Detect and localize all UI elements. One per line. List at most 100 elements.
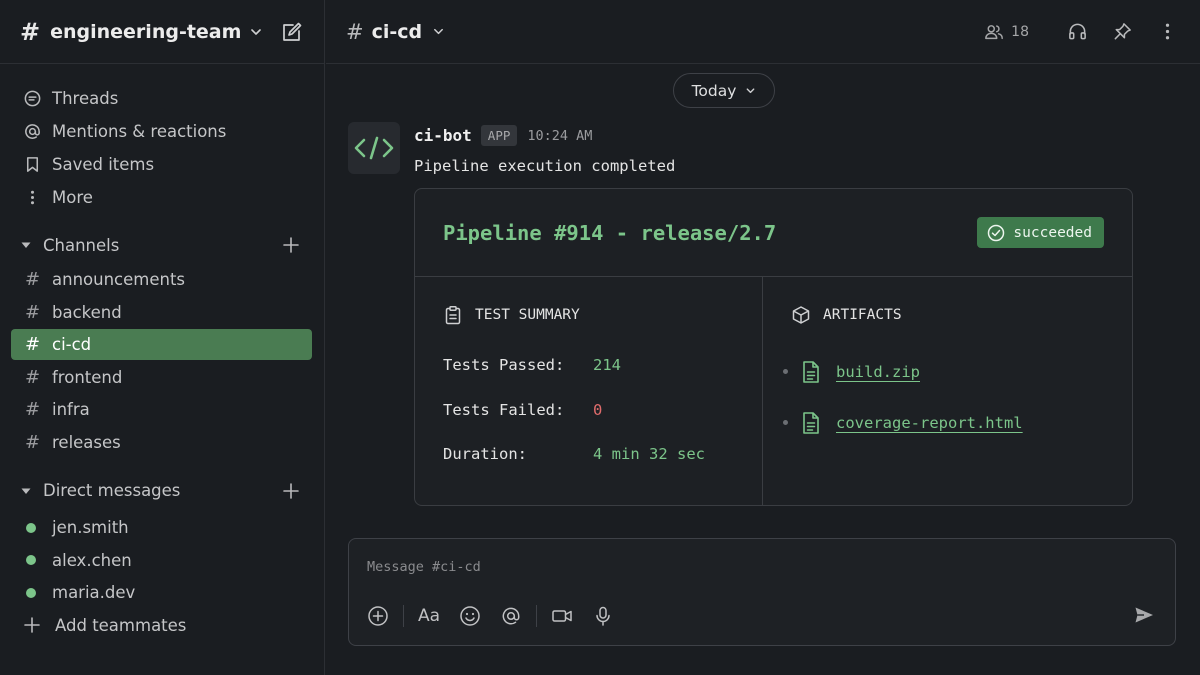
sidebar-item-saved[interactable]: Saved items <box>0 148 324 181</box>
artifact-link-coverage-report[interactable]: coverage-report.html <box>836 414 1023 432</box>
plus-icon <box>24 617 40 633</box>
more-vertical-icon[interactable] <box>1157 21 1178 42</box>
microphone-icon[interactable] <box>592 605 614 627</box>
artifact-list: build.zip coverage-report.html <box>783 346 1132 448</box>
channels-section-title: Channels <box>43 235 120 255</box>
more-vertical-icon <box>22 188 42 208</box>
channel-list: # announcements # backend # ci-cd # frontend… <box>0 264 324 458</box>
clipboard-icon <box>445 306 461 325</box>
channel-name: ci-cd <box>52 335 92 354</box>
channel-header: # ci-cd 18 <box>326 0 1200 64</box>
text-format-icon[interactable]: Aa <box>418 605 440 627</box>
stat-row-passed: Tests Passed: 214 <box>443 343 762 388</box>
video-icon[interactable] <box>551 605 573 627</box>
app-badge: APP <box>480 125 518 146</box>
stat-label: Tests Passed: <box>443 356 565 375</box>
dm-item-jen-smith[interactable]: jen.smith <box>0 512 324 545</box>
channel-name: releases <box>52 432 121 452</box>
file-icon <box>803 411 819 434</box>
sidebar-item-backend[interactable]: # backend <box>11 297 312 328</box>
artifacts-heading: ARTIFACTS <box>791 305 1132 325</box>
date-divider-button[interactable]: Today <box>673 73 775 108</box>
add-teammates-button[interactable]: Add teammates <box>0 609 324 641</box>
dm-name: maria.dev <box>52 583 136 603</box>
workspace-header[interactable]: # engineering-team <box>0 0 324 64</box>
caret-down-icon[interactable] <box>20 485 32 497</box>
emoji-icon[interactable] <box>459 605 481 627</box>
compose-icon[interactable] <box>280 20 304 44</box>
toolbar-divider <box>536 605 537 627</box>
hash-icon: # <box>25 301 41 323</box>
test-summary-heading: TEST SUMMARY <box>443 305 762 325</box>
sidebar-item-frontend[interactable]: # frontend <box>11 362 312 393</box>
message-composer: Aa <box>348 538 1176 646</box>
section-title: TEST SUMMARY <box>475 307 580 323</box>
artifact-link-build-zip[interactable]: build.zip <box>836 363 920 381</box>
card-header: Pipeline #914 - release/2.7 succeeded <box>415 189 1132 277</box>
hash-icon: # <box>20 17 41 46</box>
chevron-down-icon <box>747 88 755 94</box>
channel-name: backend <box>52 302 122 322</box>
stat-label: Duration: <box>443 445 527 464</box>
channel-title[interactable]: ci-cd <box>372 21 423 43</box>
sidebar-item-mentions[interactable]: Mentions & reactions <box>0 115 324 148</box>
dm-section-header[interactable]: Direct messages <box>0 474 324 508</box>
add-dm-icon[interactable] <box>282 482 300 500</box>
channel-name: infra <box>52 400 90 419</box>
avatar[interactable] <box>348 122 400 174</box>
main-pane: # ci-cd 18 Today ci-bot APP 10:24 AM Pip… <box>326 0 1200 675</box>
plus-circle-icon[interactable] <box>367 605 389 627</box>
at-icon <box>22 122 42 142</box>
pin-icon[interactable] <box>1112 21 1133 42</box>
sidebar-item-ci-cd[interactable]: # ci-cd <box>11 329 312 360</box>
hash-icon: # <box>25 431 41 453</box>
stat-row-duration: Duration: 4 min 32 sec <box>443 432 762 477</box>
online-status-dot <box>26 587 36 598</box>
sidebar-item-label: Mentions & reactions <box>52 122 227 141</box>
message-timestamp[interactable]: 10:24 AM <box>527 128 592 144</box>
pipeline-title: Pipeline #914 - release/2.7 <box>443 220 777 245</box>
check-circle-icon <box>988 224 1005 241</box>
status-badge: succeeded <box>977 217 1104 248</box>
headphones-icon[interactable] <box>1067 21 1088 42</box>
dm-item-maria-dev[interactable]: maria.dev <box>0 577 324 610</box>
add-teammates-label: Add teammates <box>55 615 187 635</box>
message-text: Pipeline execution completed <box>414 157 676 175</box>
channel-name: announcements <box>52 270 186 289</box>
send-icon[interactable] <box>1133 604 1155 626</box>
composer-toolbar: Aa <box>367 603 614 629</box>
channels-section-header[interactable]: Channels <box>0 228 324 262</box>
mention-icon[interactable] <box>500 605 522 627</box>
add-channel-icon[interactable] <box>282 236 300 254</box>
sidebar-item-releases[interactable]: # releases <box>11 427 312 458</box>
sidebar-item-label: Saved items <box>52 155 155 174</box>
threads-icon <box>22 89 42 109</box>
caret-down-icon[interactable] <box>20 239 32 251</box>
sidebar-item-announcements[interactable]: # announcements <box>11 264 312 295</box>
chevron-down-icon[interactable] <box>432 25 445 38</box>
artifacts-section: ARTIFACTS build.zip coverage-report.html <box>763 277 1132 506</box>
artifact-item: build.zip <box>783 346 1132 397</box>
status-label: succeeded <box>1013 224 1092 241</box>
chevron-down-icon[interactable] <box>249 25 263 39</box>
pipeline-card: Pipeline #914 - release/2.7 succeeded TE… <box>414 188 1133 506</box>
online-status-dot <box>26 522 36 533</box>
message-input[interactable] <box>367 559 1147 575</box>
workspace-name[interactable]: engineering-team <box>50 21 241 43</box>
message-author[interactable]: ci-bot <box>414 126 472 145</box>
header-actions: 18 <box>984 21 1178 42</box>
sidebar-item-threads[interactable]: Threads <box>0 82 324 115</box>
stats-list: Tests Passed: 214 Tests Failed: 0 Durati… <box>443 343 762 477</box>
sidebar-item-infra[interactable]: # infra <box>11 394 312 425</box>
message-header: ci-bot APP 10:24 AM <box>414 125 592 146</box>
sidebar-item-more[interactable]: More <box>0 181 324 214</box>
toolbar-divider <box>403 605 404 627</box>
artifact-item: coverage-report.html <box>783 397 1132 448</box>
members-button[interactable]: 18 <box>984 22 1029 42</box>
bullet <box>783 369 788 374</box>
member-count: 18 <box>1011 23 1029 40</box>
card-body: TEST SUMMARY Tests Passed: 214 Tests Fai… <box>415 277 1132 506</box>
dm-item-alex-chen[interactable]: alex.chen <box>0 544 324 577</box>
dm-list: jen.smith alex.chen maria.dev Add teamma… <box>0 512 324 642</box>
bullet <box>783 420 788 425</box>
